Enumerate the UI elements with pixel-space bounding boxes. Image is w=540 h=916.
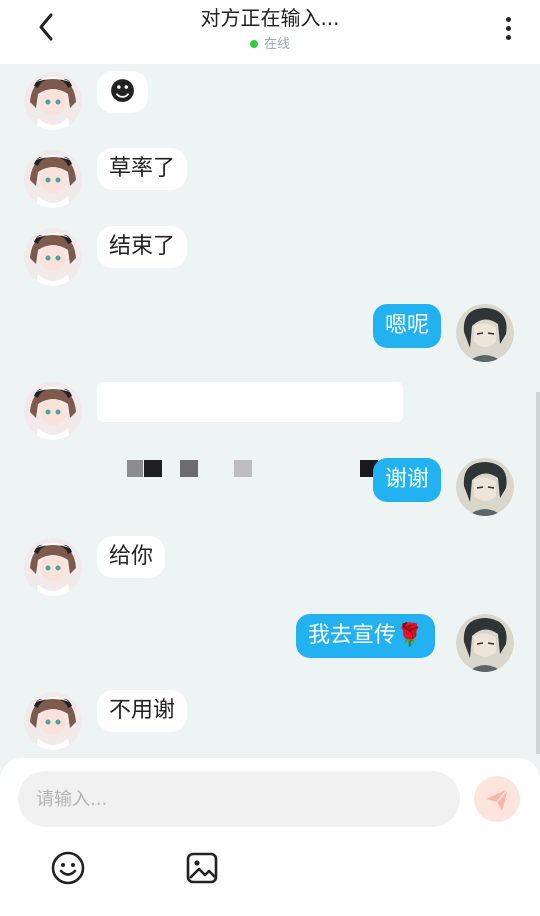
composer	[0, 758, 540, 916]
avatar-self[interactable]	[456, 458, 514, 516]
more-options-button[interactable]	[502, 14, 514, 44]
avatar-self[interactable]	[456, 614, 514, 672]
emoji-button[interactable]	[48, 848, 88, 888]
image-button[interactable]	[182, 848, 222, 888]
message-bubble-outgoing[interactable]: 我去宣传🌹	[296, 614, 436, 658]
avatar-partner[interactable]	[24, 382, 82, 440]
message-bubble-redacted[interactable]	[97, 382, 403, 422]
avatar-partner[interactable]	[24, 228, 82, 286]
send-icon	[486, 788, 509, 811]
message-list[interactable]: ☻ 草率了 结束了 嗯呢 谢谢 给你 我去宣传🌹 不用谢	[0, 64, 540, 758]
emoji-icon	[51, 851, 85, 885]
message-bubble-incoming[interactable]: 不用谢	[97, 690, 188, 732]
message-bubble-outgoing[interactable]: 谢谢	[373, 458, 442, 502]
avatar-partner[interactable]	[24, 538, 82, 596]
top-bar: 对方正在输入... 在线	[0, 0, 540, 64]
image-icon	[186, 852, 218, 884]
chat-title: 对方正在输入...	[200, 6, 340, 30]
avatar-self[interactable]	[456, 304, 514, 362]
avatar-partner[interactable]	[24, 150, 82, 208]
message-bubble-incoming[interactable]: 草率了	[97, 148, 188, 190]
message-bubble-incoming[interactable]: ☻	[97, 71, 149, 113]
avatar-partner[interactable]	[24, 72, 82, 130]
online-status: 在线	[0, 33, 540, 52]
message-input[interactable]	[18, 771, 460, 827]
status-text: 在线	[263, 37, 290, 52]
online-dot-icon	[249, 39, 258, 48]
message-bubble-incoming[interactable]: 给你	[97, 536, 166, 578]
message-bubble-incoming[interactable]: 结束了	[97, 226, 188, 268]
chat-scrollbar[interactable]	[536, 392, 540, 754]
message-bubble-outgoing[interactable]: 嗯呢	[373, 304, 442, 348]
avatar-partner[interactable]	[24, 692, 82, 750]
chat-header: 对方正在输入... 在线	[0, 4, 540, 52]
more-vertical-icon	[502, 17, 514, 40]
send-button[interactable]	[474, 776, 520, 822]
